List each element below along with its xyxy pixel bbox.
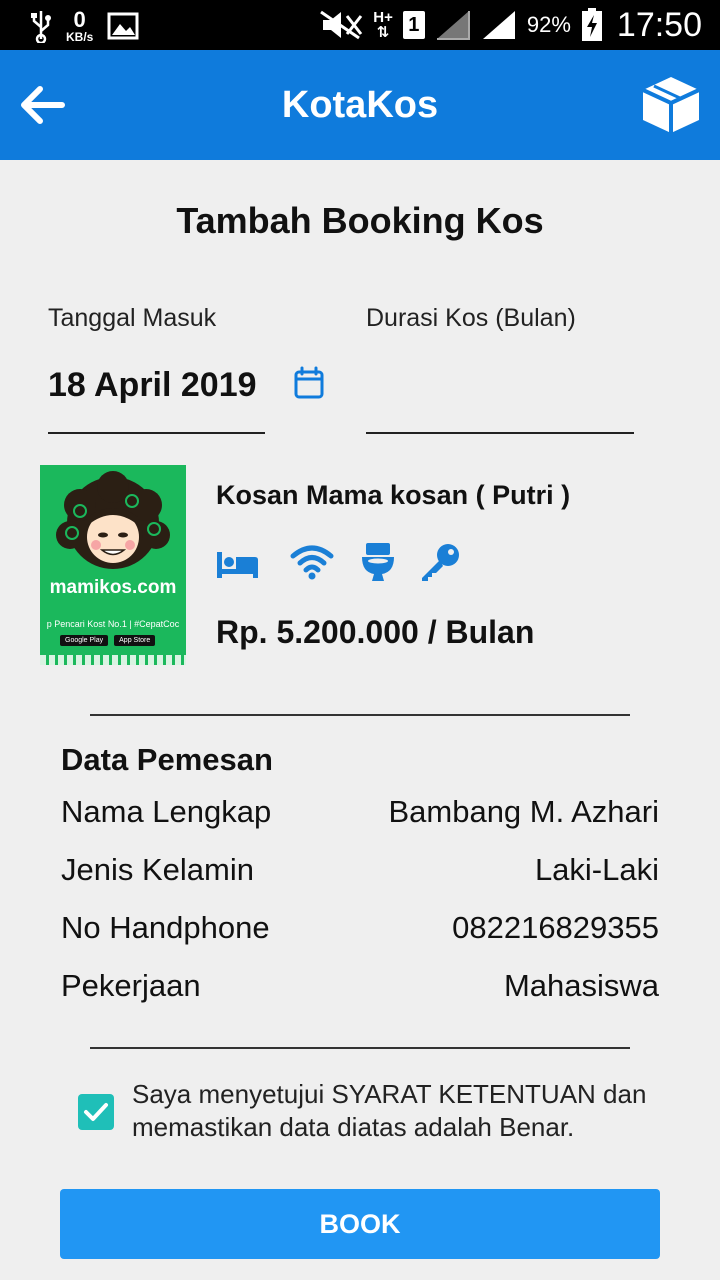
key-icon bbox=[422, 544, 459, 581]
box-icon[interactable] bbox=[640, 74, 702, 136]
calendar-icon[interactable] bbox=[294, 366, 324, 400]
signal-icon bbox=[436, 11, 470, 40]
signal-strong-icon bbox=[482, 11, 515, 39]
phone-label: No Handphone bbox=[61, 910, 270, 945]
gender-value: Laki-Laki bbox=[534, 852, 659, 887]
logo-text: mamikos.com bbox=[49, 577, 177, 598]
app-bar: KotaKos bbox=[0, 50, 720, 160]
agree-checkbox[interactable] bbox=[78, 1094, 114, 1130]
clock: 17:50 bbox=[616, 5, 702, 44]
wifi-icon bbox=[290, 545, 334, 580]
net-speed-unit: KB/s bbox=[66, 30, 94, 44]
duration-label: Durasi Kos (Bulan) bbox=[366, 304, 576, 332]
google-play-badge: Google Play bbox=[60, 635, 109, 646]
date-label: Tanggal Masuk bbox=[48, 304, 217, 332]
store-badges: Google Play App Store bbox=[60, 635, 156, 646]
agreement-text: Saya menyetujui SYARAT KETENTUAN dan mem… bbox=[132, 1079, 647, 1142]
page-title: Tambah Booking Kos bbox=[176, 200, 544, 241]
duration-input[interactable] bbox=[366, 366, 634, 426]
bed-icon bbox=[217, 552, 258, 578]
gender-label: Jenis Kelamin bbox=[61, 852, 254, 887]
net-speed-value: 0 bbox=[73, 7, 86, 32]
battery-charging-icon bbox=[581, 8, 602, 41]
name-label: Nama Lengkap bbox=[61, 794, 272, 829]
name-value: Bambang M. Azhari bbox=[388, 794, 659, 829]
network-type: H+ ⇅ bbox=[373, 10, 393, 40]
usb-icon bbox=[31, 11, 51, 43]
sim-indicator: 1 bbox=[402, 11, 425, 39]
divider bbox=[90, 714, 630, 716]
occupation-value: Mahasiswa bbox=[503, 968, 659, 1003]
kos-logo: mamikos.com p Pencari Kost No.1 | #Cepat… bbox=[40, 465, 186, 665]
net-speed: 0 KB/s bbox=[66, 7, 94, 44]
section-title: Data Pemesan bbox=[61, 742, 273, 777]
battery-percent: 92% bbox=[526, 12, 571, 37]
status-bar: 0 KB/s H+ ⇅ 1 92% 17:50 bbox=[0, 0, 720, 50]
date-field[interactable]: 18 April 2019 bbox=[48, 366, 257, 405]
kos-name: Kosan Mama kosan ( Putri ) bbox=[216, 480, 571, 510]
duration-underline bbox=[366, 432, 634, 434]
kos-price: Rp. 5.200.000 / Bulan bbox=[216, 614, 535, 650]
data-arrows-icon: ⇅ bbox=[376, 24, 390, 41]
mascot-icon bbox=[56, 471, 170, 569]
image-icon bbox=[107, 12, 139, 40]
phone-value: 082216829355 bbox=[452, 910, 659, 945]
app-store-badge: App Store bbox=[114, 635, 156, 646]
divider bbox=[90, 1047, 630, 1049]
toilet-icon bbox=[362, 543, 394, 581]
city-skyline bbox=[40, 655, 186, 665]
check-icon bbox=[84, 1103, 108, 1121]
app-title: KotaKos bbox=[281, 84, 439, 126]
occupation-label: Pekerjaan bbox=[61, 968, 201, 1003]
book-button[interactable]: BOOK bbox=[60, 1189, 660, 1259]
mute-icon bbox=[320, 10, 363, 40]
logo-tagline: p Pencari Kost No.1 | #CepatCoc bbox=[46, 619, 180, 629]
network-type-label: H+ bbox=[373, 9, 393, 26]
date-underline bbox=[48, 432, 265, 434]
